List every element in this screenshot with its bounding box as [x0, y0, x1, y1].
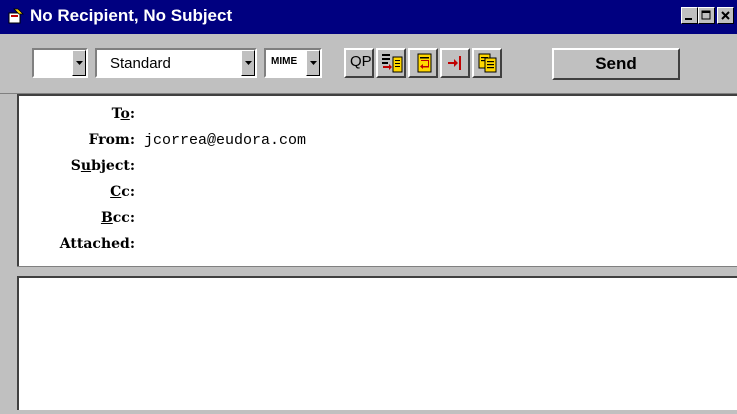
to-label: To:: [111, 106, 135, 122]
chevron-down-icon[interactable]: [72, 50, 86, 76]
title-bar[interactable]: No Recipient, No Subject: [0, 0, 737, 34]
maximize-button[interactable]: [698, 7, 715, 24]
cc-row[interactable]: Cc:: [19, 184, 719, 206]
message-header-pane: To: From: jcorrea@eudora.com Subject: Cc…: [17, 94, 737, 266]
copy-icon: [478, 53, 497, 73]
to-row[interactable]: To:: [19, 106, 719, 128]
chevron-down-icon[interactable]: [306, 50, 320, 76]
toolbar: Standard MIME QP Send: [0, 34, 737, 94]
app-icon[interactable]: [8, 8, 24, 24]
from-row[interactable]: From: jcorrea@eudora.com: [19, 132, 719, 154]
text-as-attachment-button[interactable]: [376, 48, 406, 78]
qp-label: QP: [350, 53, 372, 70]
subject-row[interactable]: Subject:: [19, 158, 719, 180]
word-wrap-button[interactable]: [408, 48, 438, 78]
word-wrap-icon: [417, 53, 432, 73]
attached-row[interactable]: Attached:: [19, 236, 719, 258]
left-border: [0, 94, 17, 414]
tabs-in-body-button[interactable]: [440, 48, 470, 78]
minimize-button[interactable]: [681, 7, 698, 24]
quoted-printable-button[interactable]: QP: [344, 48, 374, 78]
send-button[interactable]: Send: [552, 48, 680, 80]
pane-splitter[interactable]: [17, 266, 737, 276]
message-body-editor[interactable]: [17, 276, 737, 410]
compose-window: No Recipient, No Subject Standard MIME Q…: [0, 0, 737, 414]
subject-label: Subject:: [70, 158, 135, 174]
signature-value: Standard: [110, 55, 171, 72]
encoding-dropdown[interactable]: MIME: [264, 48, 322, 78]
attached-label: Attached:: [59, 236, 135, 252]
priority-dropdown[interactable]: [32, 48, 88, 78]
encoding-value: MIME: [271, 56, 298, 67]
window-title: No Recipient, No Subject: [30, 6, 233, 25]
signature-dropdown[interactable]: Standard: [95, 48, 257, 78]
tab-icon: [448, 56, 461, 70]
chevron-down-icon[interactable]: [241, 50, 255, 76]
keep-copy-button[interactable]: [472, 48, 502, 78]
bcc-label: Bcc:: [100, 210, 135, 226]
cc-label: Cc:: [110, 184, 135, 200]
from-label: From:: [88, 132, 135, 148]
from-field[interactable]: jcorrea@eudora.com: [144, 132, 306, 149]
bottom-border: [0, 410, 737, 414]
bcc-row[interactable]: Bcc:: [19, 210, 719, 232]
close-button[interactable]: [717, 7, 734, 24]
text-attachment-icon: [382, 54, 403, 73]
